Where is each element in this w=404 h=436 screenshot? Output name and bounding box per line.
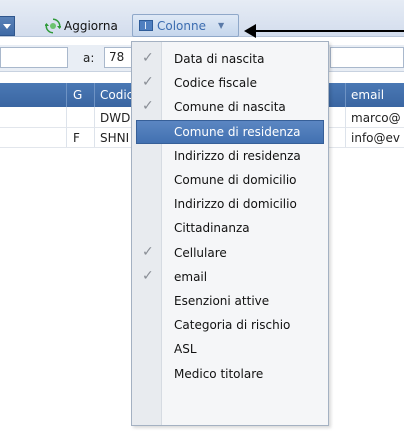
menu-item[interactable]: Cittadinanza: [132, 216, 328, 240]
menu-item-label: Medico titolare: [174, 366, 264, 381]
menu-item[interactable]: Comune di residenza: [136, 119, 324, 144]
filter-to-label: a:: [83, 51, 95, 65]
menu-item[interactable]: ✓ Codice fiscale: [132, 71, 328, 95]
menu-item[interactable]: Medico titolare: [132, 362, 328, 386]
menu-item[interactable]: ✓ email: [132, 265, 328, 289]
filter-from-input[interactable]: [0, 47, 68, 68]
menu-item-label: Codice fiscale: [174, 76, 257, 91]
menu-item-label: Data di nascita: [174, 52, 265, 66]
cell-codice: SHNI: [100, 131, 130, 145]
menu-item[interactable]: ASL: [132, 337, 328, 361]
menu-item-label: Indirizzo di residenza: [174, 148, 301, 163]
cell-email: info@ev: [351, 131, 400, 145]
menu-item[interactable]: Categoria di rischio: [132, 313, 328, 337]
checkmark-icon: ✓: [142, 243, 154, 260]
columns-button[interactable]: Colonne ▼: [132, 14, 239, 37]
menu-item-label: Comune di nascita: [174, 100, 286, 115]
cell-codice: DWD: [100, 111, 131, 125]
menu-item-label: Cellulare: [174, 245, 227, 260]
menu-item[interactable]: Indirizzo di domicilio: [132, 192, 328, 216]
menu-item-label: email: [174, 269, 208, 284]
checkmark-icon: ✓: [142, 98, 154, 115]
column-header-g[interactable]: G: [73, 88, 82, 102]
menu-item[interactable]: Esenzioni attive: [132, 289, 328, 313]
refresh-icon: [45, 18, 61, 34]
checkmark-icon: ✓: [142, 74, 154, 91]
columns-menu: ✓ Data di nascita ✓ Codice fiscale ✓ Comune d…: [131, 41, 329, 426]
columns-label: Colonne: [157, 18, 206, 33]
menu-item[interactable]: ✓ Data di nascita: [132, 47, 328, 71]
menu-item-label: Esenzioni attive: [174, 294, 270, 308]
columns-icon: [139, 20, 153, 31]
menu-item-label: Indirizzo di domicilio: [174, 197, 297, 212]
dropdown-toggle-button[interactable]: [0, 16, 15, 36]
menu-item[interactable]: ✓ Cellulare: [132, 241, 328, 265]
menu-item-label: ASL: [174, 342, 197, 357]
menu-item-label: Comune di domicilio: [174, 173, 297, 187]
cell-g: F: [73, 131, 80, 145]
menu-item[interactable]: Comune di domicilio: [132, 168, 328, 192]
column-header-email[interactable]: email: [351, 88, 384, 102]
checkmark-icon: ✓: [142, 50, 154, 66]
menu-item-label: Comune di residenza: [174, 124, 301, 139]
column-header-codice[interactable]: Codic: [100, 88, 133, 102]
annotation-arrow-line: [254, 30, 404, 32]
refresh-label: Aggiorna: [64, 19, 118, 33]
annotation-arrow-head: [244, 24, 256, 38]
refresh-button[interactable]: Aggiorna: [45, 16, 118, 36]
chevron-down-icon: ▼: [218, 21, 225, 30]
menu-item[interactable]: Indirizzo di residenza: [132, 144, 328, 168]
menu-item[interactable]: ✓ Comune di nascita: [132, 95, 328, 119]
menu-item-label: Categoria di rischio: [174, 318, 291, 333]
checkmark-icon: ✓: [142, 267, 154, 284]
filter-email-input[interactable]: [330, 47, 404, 68]
cell-email: marco@: [351, 111, 401, 125]
menu-item-label: Cittadinanza: [174, 221, 250, 236]
filter-to-input[interactable]: 78: [104, 47, 134, 68]
